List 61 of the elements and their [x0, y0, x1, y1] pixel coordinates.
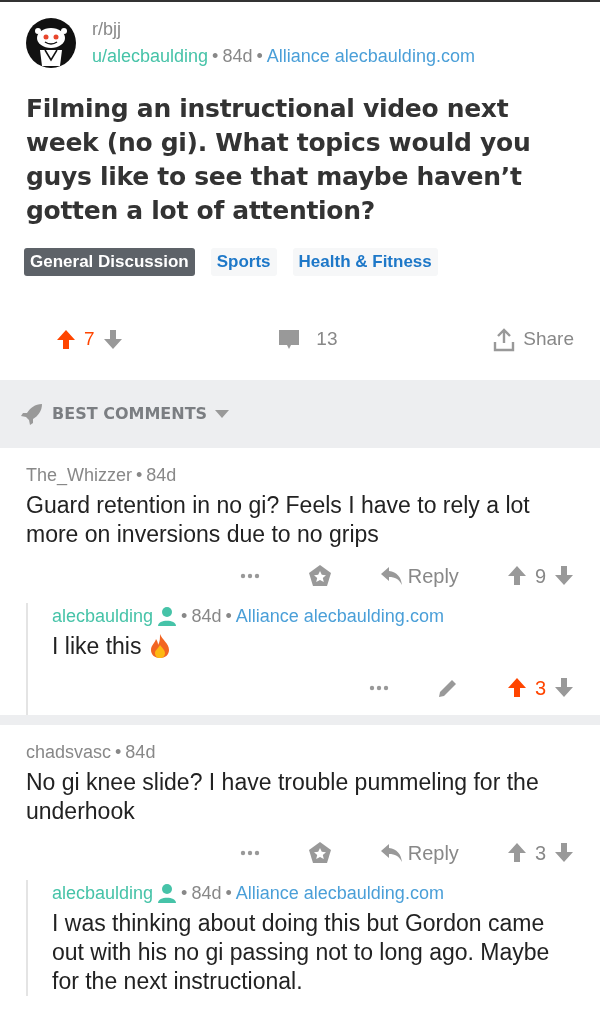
vote-score: 9 [534, 563, 546, 589]
comment-age: 84d [125, 740, 156, 764]
separator: • [136, 463, 143, 487]
separator: • [181, 604, 188, 628]
vote-score: 3 [534, 840, 546, 866]
upvote-icon[interactable] [506, 565, 527, 586]
downvote-icon[interactable] [554, 677, 574, 698]
share-icon [493, 327, 516, 352]
share-button[interactable]: Share [493, 325, 574, 354]
comment-count: 13 [316, 327, 338, 352]
user-flair: Alliance alecbaulding.com [266, 45, 475, 68]
comment-author[interactable]: alecbaulding [52, 879, 154, 907]
comment-age: 84d [191, 881, 222, 905]
upvote-icon[interactable] [506, 842, 527, 863]
vote-score: 3 [534, 675, 546, 701]
separator: • [181, 881, 188, 905]
comment-author[interactable]: alecbaulding [52, 602, 154, 630]
post-tag[interactable]: General Discussion [24, 248, 195, 276]
more-icon[interactable] [239, 572, 260, 579]
comment-text: I was thinking about doing this but Gordon came out with his no gi passing not to long ago. Maybe for the next instructional. [52, 908, 551, 996]
author-link[interactable]: u/alecbaulding [92, 43, 209, 70]
comment-text: Guard retention in no gi? Feels I have to rely a lot more on inversions due to no grips [26, 490, 531, 549]
person-icon [157, 606, 178, 626]
reply-arrow-icon [379, 842, 404, 863]
comment-age: 84d [146, 463, 177, 487]
reply-button[interactable]: Reply [379, 560, 459, 591]
reply-arrow-icon [379, 565, 404, 586]
upvote-icon[interactable] [506, 677, 527, 698]
comment-author[interactable]: The_Whizzer [26, 461, 133, 489]
post-tag[interactable]: Health & Fitness [292, 248, 438, 276]
comment-icon[interactable] [278, 328, 301, 351]
comment-text: I like this [52, 631, 142, 661]
comment-text: No gi knee slide? I have trouble pummeling for the underhook [26, 767, 540, 826]
sort-dropdown[interactable]: BEST COMMENTS [52, 401, 230, 426]
separator: • [256, 45, 263, 68]
downvote-icon[interactable] [554, 842, 574, 863]
reply-button[interactable]: Reply [379, 837, 459, 868]
downvote-icon[interactable] [102, 329, 123, 350]
vote-score: 7 [84, 327, 95, 352]
post-tag[interactable]: Sports [210, 248, 277, 276]
separator: • [225, 881, 232, 905]
mascot-avatar-icon[interactable] [26, 18, 76, 68]
user-flair: Alliance alecbaulding.com [235, 881, 444, 905]
caret-icon [215, 409, 230, 418]
subreddit-link[interactable]: r/bjj [92, 16, 475, 43]
more-icon[interactable] [368, 684, 389, 691]
rocket-icon [20, 401, 44, 426]
more-icon[interactable] [239, 849, 260, 856]
award-icon[interactable] [307, 563, 332, 588]
comment-age: 84d [191, 604, 222, 628]
post-age: 84d [222, 45, 253, 68]
separator: • [212, 45, 219, 68]
user-flair: Alliance alecbaulding.com [235, 604, 444, 628]
downvote-icon[interactable] [554, 565, 574, 586]
separator: • [115, 740, 122, 764]
post-title: Filming an instructional video next week (no gi). What topics would you guys like to see that maybe haven’t gotten a lot of attention? [25, 93, 532, 227]
person-icon [157, 883, 178, 903]
comment-author[interactable]: chadsvasc [26, 738, 112, 766]
separator: • [225, 604, 232, 628]
upvote-icon[interactable] [56, 329, 76, 350]
award-icon[interactable] [307, 840, 332, 865]
